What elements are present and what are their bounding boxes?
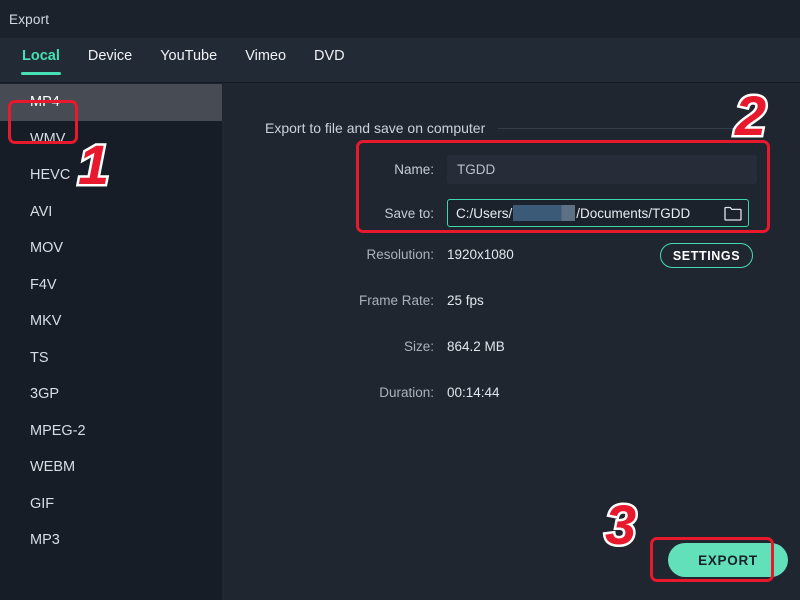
section-header: Export to file and save on computer — [265, 120, 765, 136]
format-item-wmv[interactable]: WMV — [0, 121, 222, 158]
name-row: Name: — [352, 155, 757, 184]
format-label: WEBM — [30, 459, 76, 476]
detail-label: Resolution: — [366, 247, 434, 262]
format-label: 3GP — [30, 386, 60, 403]
format-label: F4V — [30, 276, 57, 293]
folder-icon[interactable] — [724, 206, 742, 221]
tab-local-label: Local — [22, 48, 60, 64]
section-divider — [498, 127, 765, 129]
settings-button[interactable]: SETTINGS — [660, 243, 753, 268]
export-dialog: Export Local Device YouTube Vimeo DVD MP… — [0, 0, 800, 600]
tab-vimeo[interactable]: Vimeo — [231, 38, 300, 82]
format-label: HEVC — [30, 167, 71, 184]
format-label: MOV — [30, 240, 64, 257]
format-label: MP4 — [30, 94, 60, 111]
format-item-hevc[interactable]: HEVC — [0, 157, 222, 194]
tab-device-label: Device — [87, 48, 133, 64]
format-item-mp3[interactable]: MP3 — [0, 522, 222, 559]
detail-value: 1920x1080 — [447, 247, 514, 262]
name-input[interactable] — [447, 155, 757, 184]
format-item-mkv[interactable]: MKV — [0, 303, 222, 340]
save-to-path: C:/Users/ /Documents/TGDD — [456, 205, 690, 221]
detail-value: 25 fps — [447, 293, 484, 308]
detail-size: Size: 864.2 MB — [352, 339, 505, 354]
path-suffix: /Documents/TGDD — [576, 205, 691, 221]
format-item-mpeg2[interactable]: MPEG-2 — [0, 413, 222, 450]
redacted-username — [513, 205, 576, 221]
detail-label: Size: — [403, 339, 434, 354]
name-label: Name: — [394, 162, 434, 177]
export-button[interactable]: EXPORT — [668, 543, 788, 577]
detail-label: Duration: — [379, 385, 434, 400]
detail-resolution: Resolution: 1920x1080 — [352, 247, 514, 262]
format-item-webm[interactable]: WEBM — [0, 449, 222, 486]
format-label: GIF — [30, 495, 55, 512]
save-to-row: Save to: C:/Users/ /Documents/TGDD — [352, 199, 749, 227]
tab-vimeo-label: Vimeo — [245, 48, 287, 64]
format-item-ts[interactable]: TS — [0, 340, 222, 377]
detail-frame-rate: Frame Rate: 25 fps — [352, 293, 484, 308]
window-title: Export — [9, 11, 50, 27]
tab-bar: Local Device YouTube Vimeo DVD — [0, 38, 800, 83]
format-label: WMV — [30, 130, 66, 147]
detail-duration: Duration: 00:14:44 — [352, 385, 500, 400]
tab-device[interactable]: Device — [74, 38, 146, 82]
format-label: MKV — [30, 313, 62, 330]
detail-value: 00:14:44 — [447, 385, 500, 400]
format-label: AVI — [30, 203, 53, 220]
format-label: MPEG-2 — [30, 422, 86, 439]
format-item-avi[interactable]: AVI — [0, 194, 222, 231]
save-to-label: Save to: — [384, 205, 434, 221]
path-prefix: C:/Users/ — [456, 205, 513, 221]
format-label: TS — [30, 349, 49, 366]
format-item-3gp[interactable]: 3GP — [0, 376, 222, 413]
format-item-f4v[interactable]: F4V — [0, 267, 222, 304]
format-item-mp4[interactable]: MP4 — [0, 84, 222, 121]
section-title: Export to file and save on computer — [265, 120, 486, 136]
tab-youtube[interactable]: YouTube — [146, 38, 231, 82]
tab-dvd[interactable]: DVD — [300, 38, 359, 82]
format-list: MP4 WMV HEVC AVI MOV F4V MKV TS 3GP MPEG… — [0, 84, 222, 600]
tab-local[interactable]: Local — [8, 38, 74, 82]
title-bar: Export — [0, 0, 800, 38]
detail-value: 864.2 MB — [447, 339, 505, 354]
detail-label: Frame Rate: — [358, 293, 434, 308]
format-item-mov[interactable]: MOV — [0, 230, 222, 267]
format-item-gif[interactable]: GIF — [0, 486, 222, 523]
export-settings-panel: Export to file and save on computer Name… — [222, 84, 800, 600]
format-label: MP3 — [30, 532, 60, 549]
tab-dvd-label: DVD — [314, 48, 345, 64]
tab-youtube-label: YouTube — [160, 48, 218, 64]
save-to-input[interactable]: C:/Users/ /Documents/TGDD — [447, 199, 749, 227]
